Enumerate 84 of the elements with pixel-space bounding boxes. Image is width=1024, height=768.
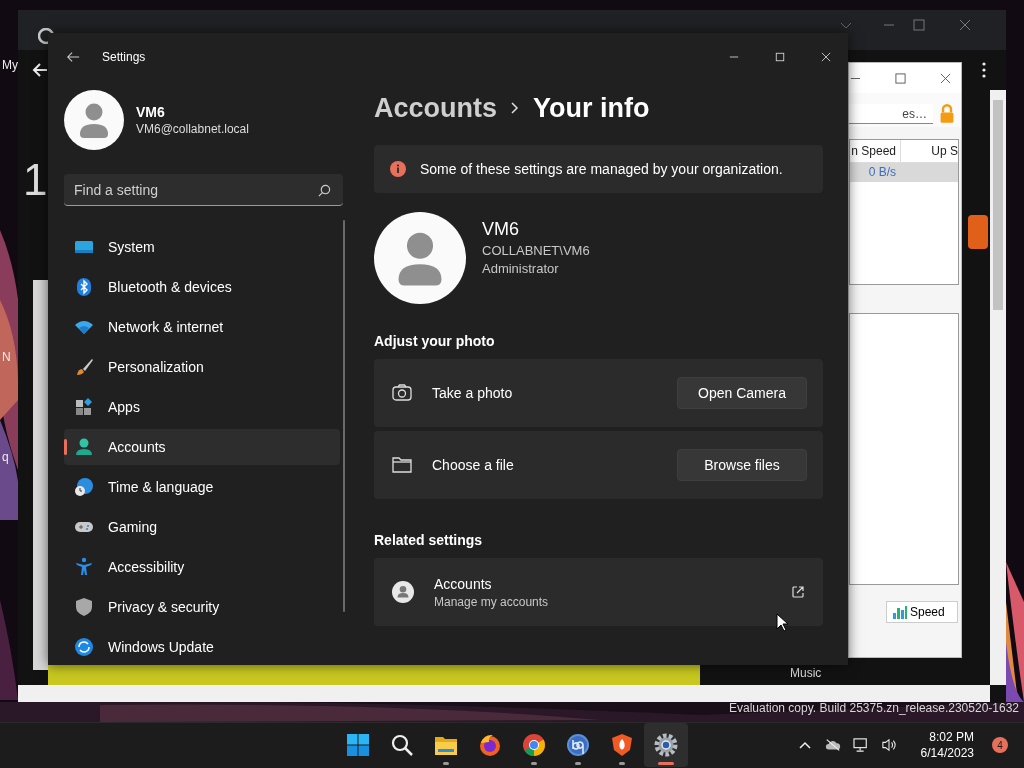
action-button[interactable]: Open Camera [677,377,807,409]
browser-icon[interactable] [522,733,546,757]
page-heading: 1 [23,158,48,202]
running-indicator [658,762,674,765]
nav-item[interactable]: Gaming [64,509,340,545]
paintbrush-icon [74,357,94,377]
nav-item[interactable]: Privacy & security [64,589,340,625]
section-heading: Related settings [374,532,484,548]
scrollbar[interactable] [18,685,990,702]
link-title: Accounts [434,575,493,592]
close-icon[interactable] [959,19,971,31]
nav-item[interactable]: Apps [64,389,340,425]
link-subtitle: Manage my accounts [434,594,550,609]
person-icon [392,581,414,603]
apps-grid-icon [74,397,94,417]
page-link[interactable]: Music [790,666,822,680]
more-menu-icon[interactable] [982,62,986,78]
notification-badge[interactable]: 4 [992,737,1008,753]
search-icon[interactable] [390,733,414,757]
running-indicator [531,762,537,765]
breadcrumb-link[interactable]: Accounts [374,92,498,124]
page-title: Your info [533,92,650,124]
window-title: Settings [102,50,146,64]
speaker-icon[interactable] [880,738,897,752]
filter-field[interactable]: es… [849,104,933,124]
action-button[interactable]: Browse files [677,449,807,481]
search-icon [318,184,331,197]
notice-text: Some of these settings are managed by your organization. [420,161,783,177]
card-label: Choose a file [432,457,515,473]
accessibility-icon [74,557,94,577]
settings-icon[interactable] [654,733,678,757]
user-name: VM6 [482,218,520,240]
camera-icon [392,384,412,402]
nav-item[interactable]: Personalization [64,349,340,385]
card-label: Take a photo [432,385,514,401]
shield-icon [74,597,94,617]
start-icon[interactable] [346,733,370,757]
nav-item[interactable]: Network & internet [64,309,340,345]
table-cell-text: 0 B/s [867,164,897,181]
user-email: VM6@collabnet.local [136,122,249,136]
build-notice: Evaluation copy. Build 25375.zn_release.230520-1632 [729,701,1019,715]
nav-item[interactable]: Windows Update [64,629,340,665]
speed-button[interactable]: Speed [886,601,958,623]
search-field[interactable]: Find a setting [64,174,343,206]
chevron-down-icon[interactable] [840,22,852,30]
section-heading: Adjust your photo [374,333,496,349]
folder-icon [392,456,412,474]
network-icon[interactable] [852,738,869,752]
nav-item[interactable]: Time & language [64,469,340,505]
avatar-icon [374,212,466,304]
column-header[interactable]: Up S [901,140,958,162]
account-role: Administrator [482,260,560,276]
running-indicator [575,762,581,765]
nav-item[interactable]: Accounts [64,429,340,465]
chevron-right-icon [511,102,520,114]
bluetooth-icon [74,277,94,297]
avatar-icon[interactable] [64,90,124,150]
refresh-icon [74,637,94,657]
info-icon [390,161,406,177]
scrollbar[interactable] [990,90,1006,685]
account-name: COLLABNET\VM6 [482,242,590,258]
cloud-off-icon[interactable] [824,738,841,752]
running-indicator [443,762,449,765]
nav-item[interactable]: Bluetooth & devices [64,269,340,305]
nav-item[interactable]: Accessibility [64,549,340,585]
fox-browser-icon[interactable] [478,733,502,757]
mouse-cursor-icon [776,613,788,632]
link-card[interactable]: Accounts Manage my accounts [374,558,823,626]
user-name: VM6 [136,104,166,120]
person-icon [74,437,94,457]
table-row[interactable]: 0 B/s [850,163,958,182]
close-icon[interactable] [940,72,951,84]
nav-item[interactable]: System [64,229,340,265]
back-arrow-icon[interactable] [32,62,48,78]
back-arrow-icon[interactable] [66,50,80,64]
column-header[interactable]: n Speed [850,140,901,162]
scrollbar[interactable] [343,220,345,612]
running-indicator [619,762,625,765]
bar-chart-icon [893,605,907,619]
lion-shield-icon[interactable] [610,733,634,757]
globe-clock-icon [74,477,94,497]
torrent-app-icon[interactable] [566,733,590,757]
external-link-icon [791,585,805,599]
clock[interactable]: 8:02 PM 6/14/2023 [920,730,974,760]
